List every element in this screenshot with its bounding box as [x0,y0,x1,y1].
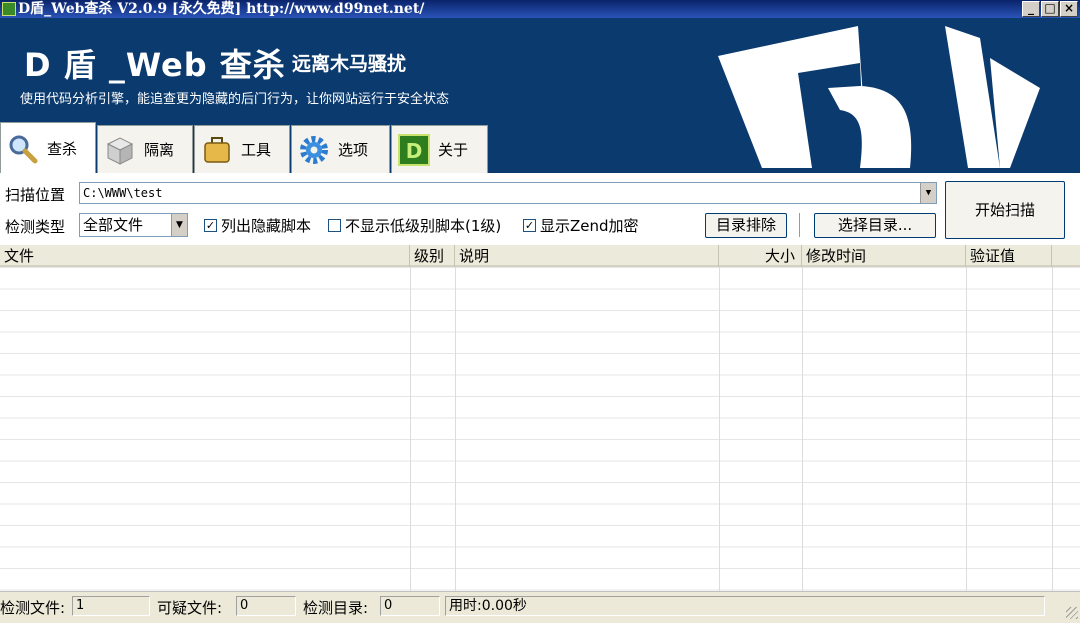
banner-description: 使用代码分析引擎，能追查更为隐藏的后门行为，让你网站运行于安全状态 [20,92,450,107]
title-bar[interactable]: D盾_Web查杀 V2.0.9 [永久免费] http://www.d99net… [0,0,1080,18]
files-checked-value: 1 [72,596,150,616]
close-button[interactable]: × [1060,1,1078,17]
d-logo-icon: D [398,133,430,166]
tab-label: 隔离 [144,141,175,159]
tab-options[interactable]: 选项 [291,125,390,173]
scan-controls: 扫描位置 C:\WWW\test ▼ 检测类型 全部文件 ▼ ✓ 列出隐藏脚本 … [0,173,1080,245]
tab-scan[interactable]: 查杀 [0,122,96,174]
start-scan-button[interactable]: 开始扫描 [945,181,1065,239]
choose-directory-button[interactable]: 选择目录... [814,213,936,238]
checkbox-checked-icon[interactable]: ✓ [204,219,217,232]
results-table[interactable]: 文件 级别 说明 大小 修改时间 验证值 [0,245,1080,591]
banner-subtitle: 远离木马骚扰 [292,53,407,75]
elapsed-time: 用时:0.00秒 [445,596,1045,616]
tab-about[interactable]: D 关于 [391,125,488,173]
svg-text:D: D [406,139,423,163]
resize-grip-icon[interactable] [1066,607,1078,619]
checkbox-label: 列出隐藏脚本 [221,217,312,235]
column-header-file[interactable]: 文件 [0,245,410,267]
suspicious-files-value: 0 [236,596,296,616]
toolbar-divider [799,213,800,237]
column-header-description[interactable]: 说明 [455,245,719,267]
exclude-dirs-button[interactable]: 目录排除 [705,213,787,238]
scan-location-input[interactable]: C:\WWW\test ▼ [79,182,937,204]
column-divider [455,267,456,591]
window-controls: _ □ × [1022,1,1078,17]
column-divider [410,267,411,591]
show-zend-checkbox[interactable]: ✓ 显示Zend加密 [523,215,639,236]
column-divider [802,267,803,591]
table-rows [0,267,1080,591]
scan-type-value: 全部文件 [83,216,144,234]
tab-tools[interactable]: 工具 [194,125,290,173]
checkbox-label: 不显示低级别脚本(1级) [345,217,502,235]
tab-label: 工具 [241,141,272,159]
column-divider [1052,267,1053,591]
hide-low-level-checkbox[interactable]: 不显示低级别脚本(1级) [328,215,501,236]
chevron-down-icon[interactable]: ▼ [171,214,187,236]
dirs-checked-label: 检测目录: [303,599,369,617]
banner-title: D 盾 _Web 查杀 [24,46,286,84]
scan-location-label: 扫描位置 [5,186,66,204]
list-hidden-scripts-checkbox[interactable]: ✓ 列出隐藏脚本 [204,215,311,236]
d-shield-logo-icon [718,18,1080,173]
scan-type-label: 检测类型 [5,218,66,236]
tab-label: 选项 [338,141,369,159]
column-header-checksum[interactable]: 验证值 [966,245,1052,267]
minimize-button[interactable]: _ [1022,1,1040,17]
briefcase-icon [204,136,230,163]
column-header-modified[interactable]: 修改时间 [802,245,966,267]
maximize-button[interactable]: □ [1041,1,1059,17]
checkbox-label: 显示Zend加密 [540,217,639,235]
scan-type-select[interactable]: 全部文件 ▼ [79,213,188,237]
chevron-down-icon[interactable]: ▼ [920,183,936,203]
checkbox-unchecked-icon[interactable] [328,219,341,232]
gear-icon [300,135,328,164]
tab-label: 查杀 [47,140,78,158]
checkbox-checked-icon[interactable]: ✓ [523,219,536,232]
column-header-level[interactable]: 级别 [410,245,455,267]
column-divider [719,267,720,591]
status-bar: 检测文件: 1 可疑文件: 0 检测目录: 0 用时:0.00秒 [0,591,1080,623]
window-title: D盾_Web查杀 V2.0.9 [永久免费] http://www.d99net… [18,1,425,17]
scan-location-value: C:\WWW\test [83,186,163,200]
dirs-checked-value: 0 [380,596,440,616]
tab-quarantine[interactable]: 隔离 [97,125,193,173]
column-header-size[interactable]: 大小 [719,245,802,267]
files-checked-label: 检测文件: [0,599,66,617]
column-divider [966,267,967,591]
tab-label: 关于 [438,141,469,159]
app-icon [2,2,16,16]
suspicious-files-label: 可疑文件: [157,599,223,617]
box-icon [106,136,134,165]
magnifier-icon [9,135,38,163]
table-header: 文件 级别 说明 大小 修改时间 验证值 [0,245,1080,267]
